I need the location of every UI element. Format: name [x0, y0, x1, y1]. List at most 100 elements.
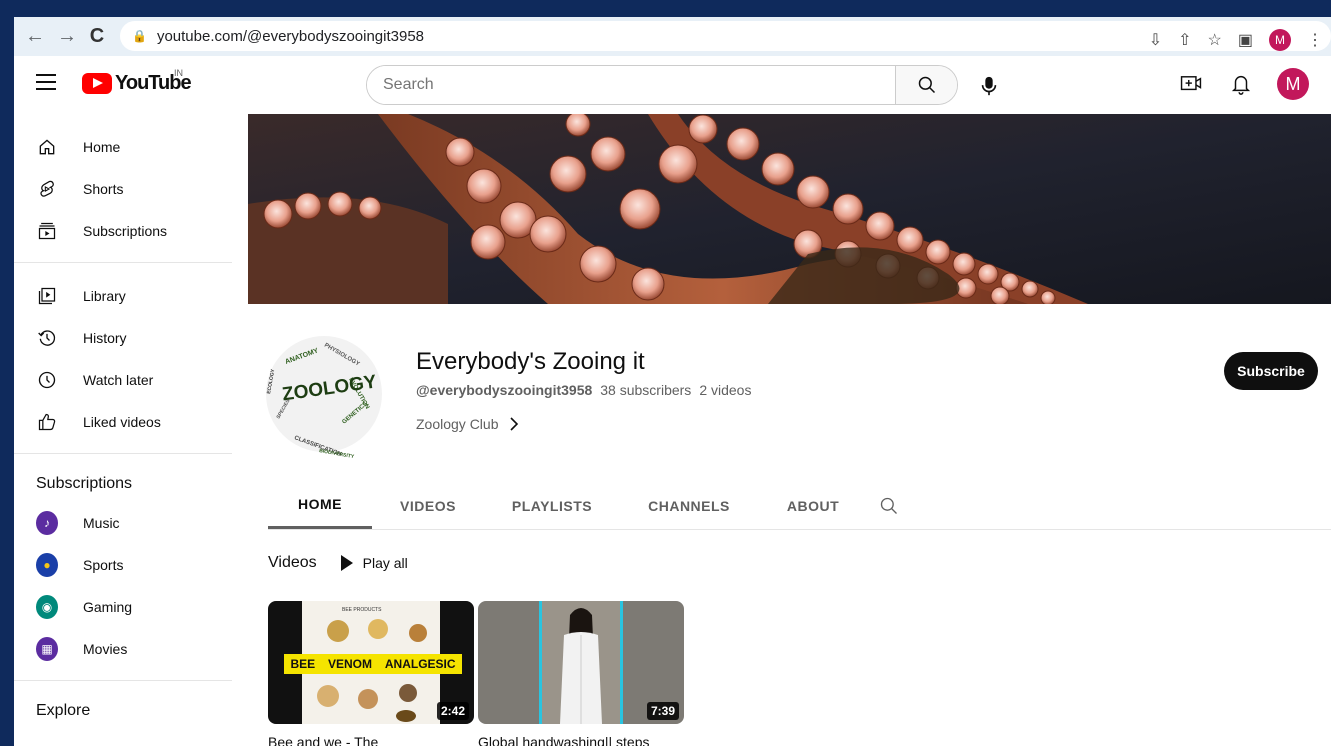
voice-search-button[interactable] [972, 69, 1006, 103]
tab-videos[interactable]: VIDEOS [372, 482, 484, 529]
create-button[interactable] [1177, 70, 1205, 98]
play-icon [340, 555, 353, 571]
video-thumbnail[interactable]: BEE PRODUCTS BEE VENOM ANALGESIC 2:42 [268, 601, 474, 724]
sidebar-label: Liked videos [83, 414, 161, 430]
install-icon[interactable]: ⇩ [1149, 30, 1162, 50]
subscriptions-icon [36, 220, 58, 242]
menu-icon[interactable] [36, 74, 56, 90]
channel-name: Everybody's Zooing it [416, 348, 645, 375]
tab-channels[interactable]: CHANNELS [620, 482, 758, 529]
tab-home[interactable]: HOME [268, 482, 372, 529]
music-channel-icon: ♪ [36, 511, 58, 535]
address-bar[interactable]: 🔒 youtube.com/@everybodyszooingit3958 ⇩ … [120, 21, 1331, 51]
microphone-icon [981, 76, 997, 96]
channel-handle: @everybodyszooingit3958 [416, 382, 593, 398]
sidebar-divider [14, 453, 232, 454]
sidebar-item-movies[interactable]: ▦ Movies [14, 628, 248, 670]
sidebar-item-home[interactable]: Home [14, 126, 248, 168]
sidebar-item-liked-videos[interactable]: Liked videos [14, 401, 248, 443]
history-icon [36, 327, 58, 349]
sidebar-item-library[interactable]: Library [14, 275, 248, 317]
sidebar-item-subscriptions[interactable]: Subscriptions [14, 210, 248, 252]
sidebar-label: Music [83, 515, 120, 531]
channel-avatar[interactable]: ANATOMY PHYSIOLOGY ECOLOGY GENETICS CLAS… [264, 324, 386, 464]
trophy-icon: ● [36, 553, 58, 577]
forward-icon[interactable]: → [52, 21, 82, 51]
browser-toolbar: ← → C 🔒 youtube.com/@everybodyszooingit3… [14, 14, 1331, 56]
video-duration: 7:39 [646, 702, 679, 720]
browser-actions: ⇩ ⇧ ☆ ▣ M ⋮ [1149, 25, 1331, 55]
back-icon[interactable]: ← [20, 21, 50, 51]
sidebar-divider [14, 262, 232, 263]
bookmark-star-icon[interactable]: ☆ [1208, 30, 1222, 50]
search-input[interactable] [367, 66, 895, 104]
shorts-icon [36, 178, 58, 200]
clock-icon [36, 369, 58, 391]
thumbnail-word: BEE [290, 657, 316, 671]
address-url[interactable]: youtube.com/@everybodyszooingit3958 [157, 28, 424, 45]
video-title[interactable]: Global handwashing|| steps [478, 734, 684, 746]
sidebar-label: Watch later [83, 372, 154, 388]
sidebar-explore-heading: Explore [36, 702, 91, 719]
gaming-channel-icon: ◉ [36, 595, 58, 619]
channel-meta: @everybodyszooingit3958 38 subscribers 2… [416, 382, 751, 398]
video-title[interactable]: Bee and we - The [268, 734, 474, 746]
sidebar-item-watch-later[interactable]: Watch later [14, 359, 248, 401]
thumbs-up-icon [36, 411, 58, 433]
movies-channel-icon: ▦ [36, 637, 58, 661]
sports-channel-icon: ● [36, 553, 58, 577]
play-all-button[interactable]: Play all [340, 555, 408, 571]
sidebar-item-gaming[interactable]: ◉ Gaming [14, 586, 248, 628]
home-icon [36, 136, 58, 158]
tab-about[interactable]: ABOUT [758, 482, 868, 529]
subscribe-button[interactable]: Subscribe [1224, 352, 1318, 390]
play-all-label: Play all [362, 555, 408, 571]
videos-section-header: Videos Play all [268, 554, 408, 572]
sidebar-item-sports[interactable]: ● Sports [14, 544, 248, 586]
sidebar-item-music[interactable]: ♪ Music [14, 502, 248, 544]
browser-profile-avatar[interactable]: M [1269, 29, 1291, 51]
channel-about-link[interactable]: Zoology Club [416, 416, 519, 432]
sidebar-label: Sports [83, 557, 124, 573]
sidebar-divider [14, 680, 232, 681]
country-code: IN [174, 68, 183, 78]
sidebar-subscriptions-heading: Subscriptions [36, 475, 133, 492]
video-count: 2 videos [699, 382, 752, 398]
subscriber-count: 38 subscribers [600, 382, 692, 398]
chevron-right-icon [509, 417, 518, 431]
search-icon [918, 76, 935, 94]
reload-icon[interactable]: C [82, 21, 112, 51]
thumbnail-word: VENOM [328, 657, 373, 671]
sidebar-item-shorts[interactable]: Shorts [14, 168, 248, 210]
share-icon[interactable]: ⇧ [1178, 30, 1191, 50]
videos-section-title: Videos [268, 554, 317, 571]
notifications-button[interactable] [1227, 70, 1255, 98]
side-panel-icon[interactable]: ▣ [1238, 30, 1253, 50]
account-avatar[interactable]: M [1277, 68, 1309, 100]
bell-icon [1231, 76, 1251, 95]
search-bar [366, 65, 958, 105]
lock-icon: 🔒 [132, 29, 147, 43]
channel-tabs: HOME VIDEOS PLAYLISTS CHANNELS ABOUT [268, 482, 1331, 530]
youtube-logo[interactable]: YouTube IN [82, 68, 192, 95]
search-button[interactable] [895, 66, 957, 104]
sidebar-label: Shorts [83, 181, 124, 197]
clapperboard-icon: ▦ [36, 637, 58, 661]
channel-description: Zoology Club [416, 416, 499, 432]
thumbnail-text: BEE VENOM ANALGESIC [284, 656, 462, 672]
sidebar: Home Shorts Subscriptions Library Histor… [14, 114, 248, 746]
gamepad-icon: ◉ [36, 595, 58, 619]
video-thumbnail[interactable]: 7:39 [478, 601, 684, 724]
octopus-banner-image [248, 114, 1331, 304]
sidebar-label: Home [83, 139, 121, 155]
channel-search-button[interactable] [868, 482, 910, 529]
tab-playlists[interactable]: PLAYLISTS [484, 482, 620, 529]
music-note-icon: ♪ [36, 511, 58, 535]
sidebar-item-history[interactable]: History [14, 317, 248, 359]
channel-banner [248, 114, 1331, 304]
browser-menu-icon[interactable]: ⋮ [1307, 30, 1323, 50]
thumbnail-word: ANALGESIC [384, 657, 456, 671]
search-icon [880, 497, 897, 514]
video-duration: 2:42 [436, 702, 469, 720]
sidebar-label: Library [83, 288, 126, 304]
